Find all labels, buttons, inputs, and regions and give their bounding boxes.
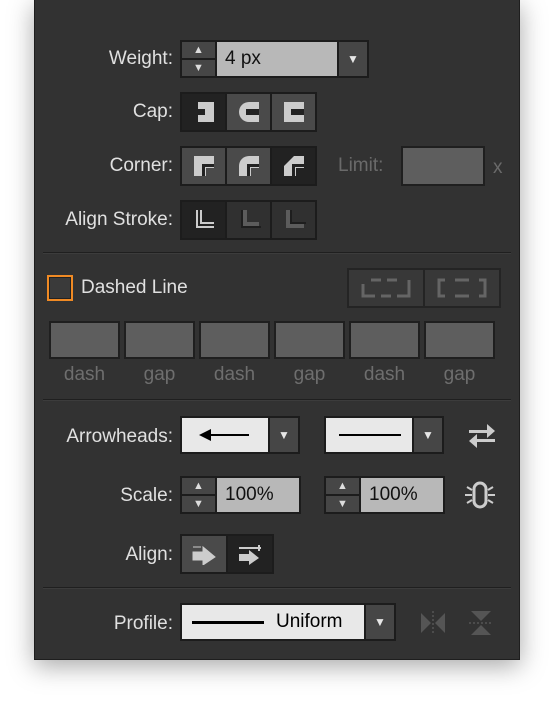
limit-unit: x <box>493 157 503 178</box>
limit-label: Limit: <box>338 155 384 176</box>
gap-1-input[interactable] <box>124 321 195 359</box>
corner-label: Corner: <box>109 155 173 176</box>
increment-icon[interactable]: ▲ <box>326 478 359 494</box>
align-outside-icon <box>285 210 306 228</box>
align-center-icon <box>195 210 216 228</box>
weight-dropdown[interactable]: ▼ <box>339 42 367 76</box>
round-join-icon <box>238 156 259 176</box>
swap-arrowheads-icon[interactable] <box>467 422 497 453</box>
increment-icon[interactable]: ▲ <box>182 42 215 58</box>
miter-join-button[interactable] <box>182 148 225 184</box>
chevron-down-icon: ▼ <box>347 52 359 66</box>
scale-label: Scale: <box>120 485 173 506</box>
divider <box>43 587 511 589</box>
dashed-line-checkbox[interactable] <box>47 275 73 301</box>
start-scale-control: ▲ ▼ 100% <box>180 476 301 514</box>
decrement-icon[interactable]: ▼ <box>182 60 215 76</box>
no-arrowhead-icon <box>326 418 412 452</box>
place-arrow-tip-icon <box>239 545 261 565</box>
end-scale-input[interactable]: 100% <box>361 478 443 512</box>
chevron-down-icon[interactable]: ▼ <box>366 605 394 639</box>
projecting-cap-icon <box>283 102 304 122</box>
divider <box>43 399 511 401</box>
place-arrow-tip-button[interactable] <box>228 536 272 572</box>
extend-arrow-tip-button[interactable] <box>182 536 226 572</box>
butt-cap-button[interactable] <box>182 94 225 130</box>
dash-2-label: dash <box>213 364 256 385</box>
end-arrowhead-select[interactable]: ▼ <box>324 416 444 454</box>
cap-group <box>180 92 317 132</box>
profile-value: Uniform <box>276 611 343 632</box>
chevron-down-icon[interactable]: ▼ <box>414 418 442 452</box>
cap-label: Cap: <box>132 101 173 122</box>
round-join-button[interactable] <box>227 148 270 184</box>
align-stroke-group <box>180 200 317 240</box>
bevel-join-button[interactable] <box>272 148 315 184</box>
start-arrowhead-select[interactable]: ▼ <box>180 416 300 454</box>
dashed-line-label: Dashed Line <box>81 277 188 298</box>
gap-1-label: gap <box>143 364 176 385</box>
dash-3-label: dash <box>363 364 406 385</box>
profile-select[interactable]: Uniform ▼ <box>180 603 396 641</box>
end-scale-control: ▲ ▼ 100% <box>324 476 445 514</box>
round-cap-icon <box>238 102 259 122</box>
gap-2-label: gap <box>293 364 326 385</box>
decrement-icon[interactable]: ▼ <box>326 496 359 512</box>
gap-3-label: gap <box>443 364 476 385</box>
link-scale-icon[interactable] <box>463 480 497 515</box>
arrow-left-icon <box>182 418 268 452</box>
start-scale-input[interactable]: 100% <box>217 478 299 512</box>
align-dashes-icon <box>437 278 487 298</box>
profile-label: Profile: <box>113 613 173 634</box>
dash-3-input[interactable] <box>349 321 420 359</box>
round-cap-button[interactable] <box>227 94 270 130</box>
arrow-align-group <box>180 534 274 574</box>
dash-1-label: dash <box>63 364 106 385</box>
align-inside-icon <box>240 210 261 228</box>
flip-across-icon[interactable] <box>467 609 495 642</box>
arrowheads-label: Arrowheads: <box>66 426 173 447</box>
end-scale-stepper[interactable]: ▲ ▼ <box>326 478 359 512</box>
gap-3-input[interactable] <box>424 321 495 359</box>
limit-input[interactable] <box>401 146 485 186</box>
weight-control: ▲ ▼ 4 px ▼ <box>180 40 369 78</box>
gap-2-input[interactable] <box>274 321 345 359</box>
weight-stepper[interactable]: ▲ ▼ <box>182 42 215 76</box>
preserve-dashes-button[interactable] <box>349 270 423 306</box>
dash-1-input[interactable] <box>49 321 120 359</box>
weight-label: Weight: <box>108 48 173 69</box>
preserve-dashes-icon <box>361 278 411 298</box>
dash-align-group <box>347 268 501 308</box>
projecting-cap-button[interactable] <box>272 94 315 130</box>
align-outside-button[interactable] <box>272 202 315 238</box>
align-dashes-button[interactable] <box>425 270 499 306</box>
corner-group <box>180 146 317 186</box>
align-center-button[interactable] <box>182 202 225 238</box>
align-stroke-label: Align Stroke: <box>65 209 173 230</box>
decrement-icon[interactable]: ▼ <box>182 496 215 512</box>
stroke-panel: Weight: ▲ ▼ 4 px ▼ Cap: Corner: Limit: x … <box>34 0 520 660</box>
extend-arrow-tip-icon <box>192 545 216 565</box>
align-label: Align: <box>125 544 173 565</box>
bevel-join-icon <box>283 156 304 176</box>
start-scale-stepper[interactable]: ▲ ▼ <box>182 478 215 512</box>
chevron-down-icon[interactable]: ▼ <box>270 418 298 452</box>
align-inside-button[interactable] <box>227 202 270 238</box>
weight-input[interactable]: 4 px <box>217 42 337 76</box>
divider <box>43 252 511 254</box>
increment-icon[interactable]: ▲ <box>182 478 215 494</box>
butt-cap-icon <box>194 102 214 122</box>
uniform-profile-icon <box>192 620 264 624</box>
dash-2-input[interactable] <box>199 321 270 359</box>
flip-along-icon[interactable] <box>419 609 447 642</box>
miter-join-icon <box>193 156 214 176</box>
